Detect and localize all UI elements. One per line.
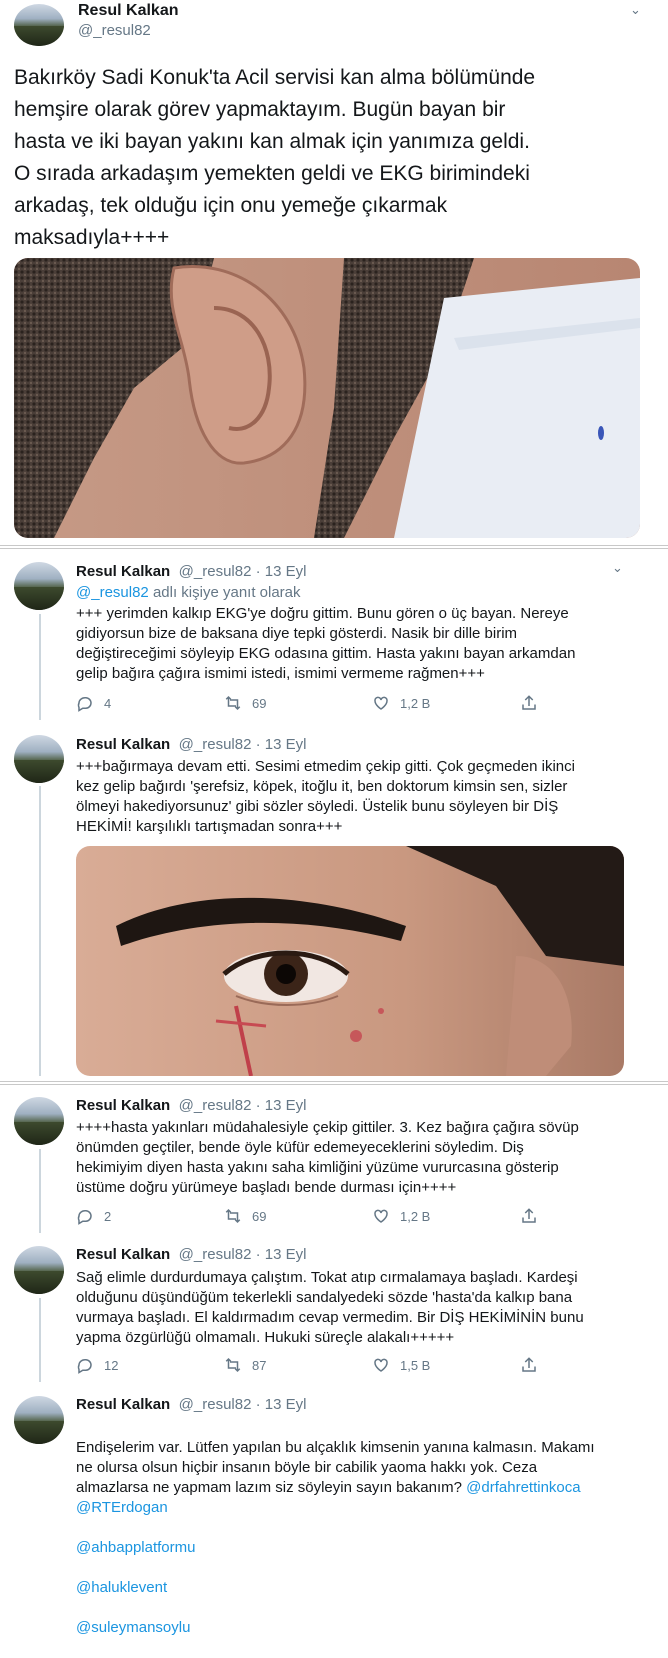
tweet-meta[interactable]: @_resul82 · 13 Eyl [179, 736, 307, 753]
reply-count: 2 [104, 1208, 112, 1224]
reply-to-handle[interactable]: @_resul82 [76, 584, 149, 601]
chevron-down-icon[interactable]: ⌄ [630, 2, 641, 18]
retweet-button[interactable]: 69 [224, 694, 372, 712]
share-icon [522, 1357, 536, 1372]
retweet-count: 69 [252, 1208, 267, 1224]
tweet-meta[interactable]: @_resul82 · 13 Eyl [179, 563, 307, 580]
author-handle[interactable]: @_resul82 [78, 22, 151, 39]
share-icon [522, 695, 536, 710]
mention-link[interactable]: @ahbapplatformu [76, 1538, 656, 1558]
author-name[interactable]: Resul Kalkan [76, 563, 170, 580]
like-count: 1,5 B [400, 1357, 431, 1373]
share-button[interactable] [520, 1207, 668, 1225]
tweet-text: +++ yerimden kalkıp EKG'ye doğru gittim.… [76, 605, 576, 682]
tweet-photo-ear[interactable] [14, 258, 640, 538]
mention-link[interactable]: @suleymansoylu [76, 1618, 656, 1638]
thread-line [39, 1149, 41, 1233]
avatar[interactable] [14, 735, 64, 783]
heart-icon [374, 1358, 388, 1372]
tweet-photo-eye[interactable] [76, 846, 624, 1076]
thread-line [39, 786, 41, 1076]
tweet-text: +++bağırmaya devam etti. Sesimi etmedim … [76, 758, 575, 835]
avatar[interactable] [14, 4, 64, 46]
reply-button[interactable]: 4 [76, 694, 224, 712]
like-button[interactable]: 1,5 B [372, 1356, 520, 1374]
share-button[interactable] [520, 694, 668, 712]
mention-link[interactable]: @RTErdogan [76, 1498, 656, 1518]
heart-icon [374, 696, 388, 710]
reply-icon [77, 697, 92, 712]
avatar[interactable] [14, 1097, 64, 1145]
tweet-text: Endişelerim var. Lütfen yapılan bu alçak… [76, 1418, 656, 1658]
retweet-icon [225, 1208, 241, 1224]
retweet-icon [225, 1357, 241, 1373]
author-name[interactable]: Resul Kalkan [76, 1396, 170, 1413]
reply-button[interactable]: 12 [76, 1356, 224, 1374]
author-name[interactable]: Resul Kalkan [76, 736, 170, 753]
reply-button[interactable]: 2 [76, 1207, 224, 1225]
author-name[interactable]: Resul Kalkan [78, 2, 178, 20]
reply-icon [77, 1210, 92, 1225]
reply-icon [77, 1359, 92, 1374]
reply-to-label: adlı kişiye yanıt olarak [148, 584, 301, 601]
avatar[interactable] [14, 1246, 64, 1294]
retweet-icon [225, 695, 241, 711]
retweet-count: 87 [252, 1357, 267, 1373]
retweet-button[interactable]: 69 [224, 1207, 372, 1225]
author-name[interactable]: Resul Kalkan [76, 1246, 170, 1263]
avatar[interactable] [14, 1396, 64, 1444]
like-count: 1,2 B [400, 1208, 431, 1224]
reply-count: 4 [104, 695, 112, 711]
tweet-meta[interactable]: @_resul82 · 13 Eyl [179, 1396, 307, 1413]
retweet-button[interactable]: 87 [224, 1356, 372, 1374]
tweet-text: Sağ elimle durdurdumaya çalıştım. Tokat … [76, 1269, 584, 1346]
share-icon [522, 1208, 536, 1223]
like-button[interactable]: 1,2 B [372, 694, 520, 712]
heart-icon [374, 1209, 388, 1223]
retweet-count: 69 [252, 695, 267, 711]
tweet-meta[interactable]: @_resul82 · 13 Eyl [179, 1097, 307, 1114]
reply-count: 12 [104, 1357, 119, 1373]
mention-link[interactable]: @haluklevent [76, 1578, 656, 1598]
tweet-actions: 2 69 1,2 B [76, 1207, 668, 1225]
like-count: 1,2 B [400, 695, 431, 711]
thread-line [39, 1298, 41, 1382]
author-name[interactable]: Resul Kalkan [76, 1097, 170, 1114]
tweet-text: Bakırköy Sadi Konuk'ta Acil servisi kan … [14, 66, 536, 249]
avatar[interactable] [14, 562, 64, 610]
tweet-meta[interactable]: @_resul82 · 13 Eyl [179, 1246, 307, 1263]
share-button[interactable] [520, 1356, 668, 1374]
thread-line [39, 614, 41, 720]
tweet-actions: 4 69 1,2 B [76, 694, 668, 712]
mention-link[interactable]: @drfahrettinkoca [466, 1479, 580, 1496]
chevron-down-icon[interactable]: ⌄ [612, 560, 623, 576]
like-button[interactable]: 1,2 B [372, 1207, 520, 1225]
tweet-text: ++++hasta yakınları müdahalesiyle çekip … [76, 1119, 579, 1196]
tweet-actions: 12 87 1,5 B [76, 1356, 668, 1374]
